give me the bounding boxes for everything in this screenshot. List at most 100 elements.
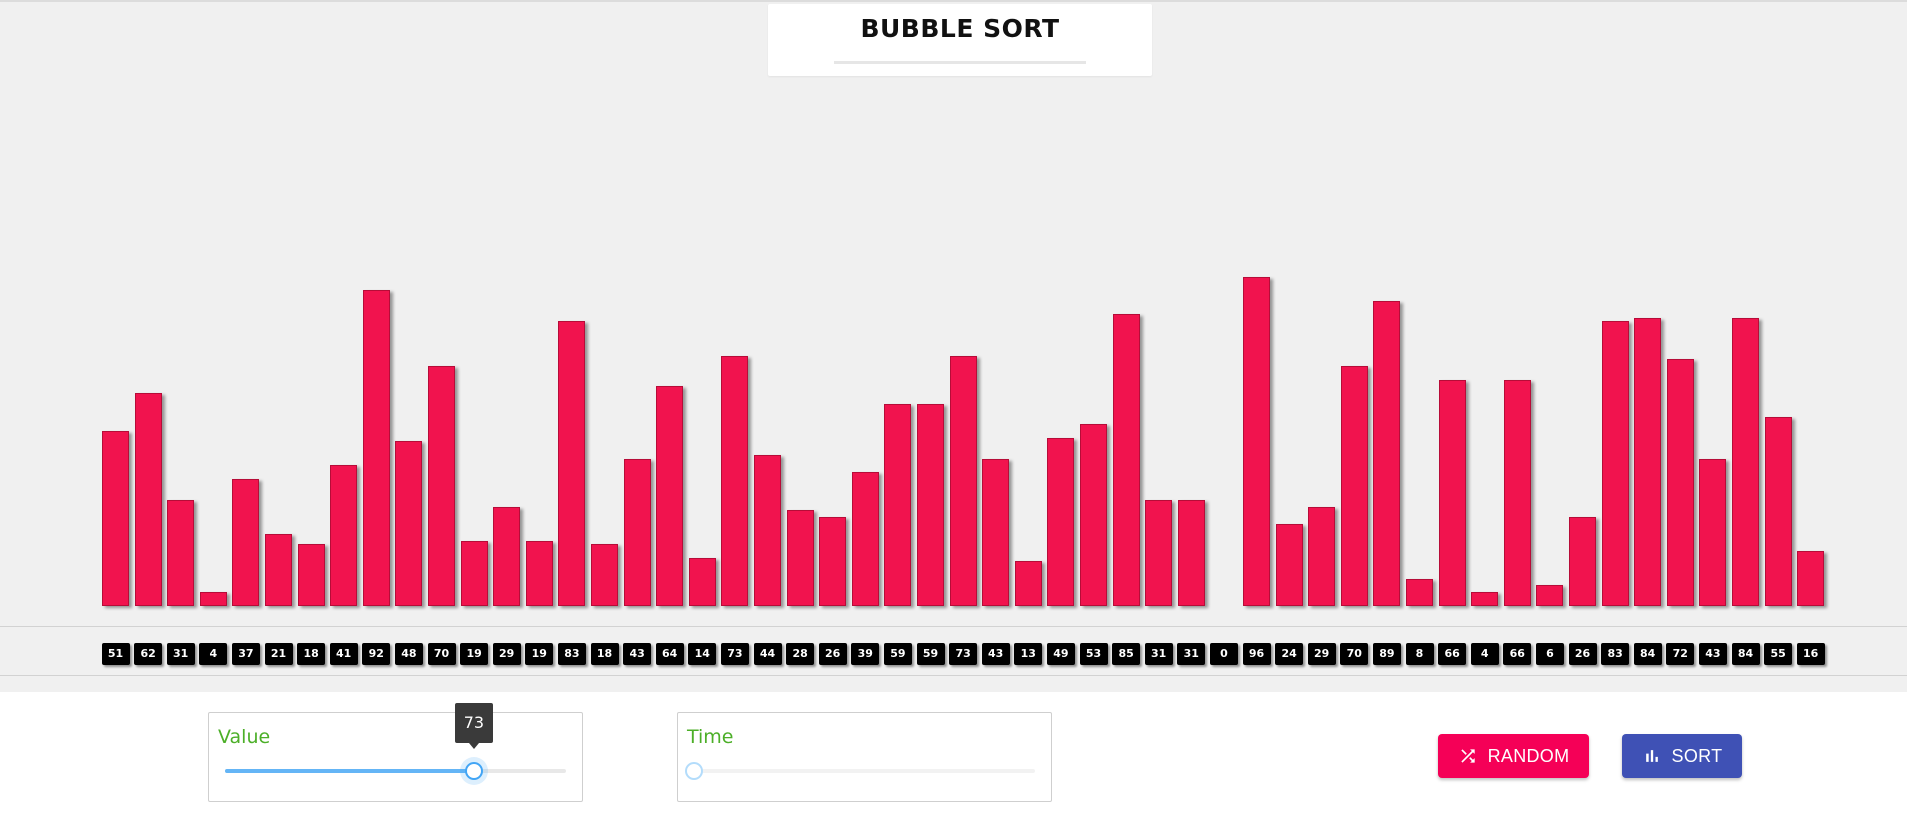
array-bar — [1732, 317, 1759, 606]
array-bar — [134, 393, 162, 606]
array-bar — [1406, 578, 1433, 606]
array-bar — [819, 516, 847, 606]
value-label-strip: 51 62 31 4 37 21 18 41 92 48 70 19 29 19 83 18 43 64 14 73 4… — [0, 626, 1907, 676]
array-value-label: 70 — [427, 643, 456, 665]
array-value-label: 19 — [460, 643, 489, 665]
array-value-label: 70 — [1340, 643, 1369, 665]
array-bar — [1145, 499, 1173, 606]
array-value-label: 26 — [1568, 643, 1597, 665]
bar-chart-icon — [1645, 750, 1658, 762]
sort-button[interactable]: SORT — [1622, 734, 1742, 778]
array-value-label: 41 — [329, 643, 358, 665]
array-value-label: 59 — [916, 643, 945, 665]
array-value-label: 14 — [688, 643, 717, 665]
shuffle-icon — [1460, 749, 1475, 763]
array-value-label: 6 — [1535, 643, 1564, 665]
value-slider-thumb[interactable] — [464, 762, 483, 780]
array-value-label: 49 — [1046, 643, 1075, 665]
array-bar — [754, 455, 781, 606]
array-bar — [1275, 523, 1303, 606]
array-bar — [721, 355, 749, 606]
array-bar — [525, 540, 553, 606]
array-bar — [1014, 561, 1042, 606]
array-value-label: 84 — [1633, 643, 1662, 665]
array-value-label: 73 — [720, 643, 749, 665]
value-slider-tooltip: 73 — [454, 703, 493, 749]
array-bar — [1764, 417, 1792, 606]
array-value-label: 85 — [1112, 643, 1141, 665]
array-bar — [102, 431, 129, 606]
array-bar — [1438, 379, 1466, 606]
value-slider-track[interactable]: 73 — [225, 703, 566, 780]
array-value-label: 64 — [655, 643, 684, 665]
array-value-label: 51 — [101, 643, 130, 665]
array-bar — [330, 465, 358, 606]
array-bar — [1243, 276, 1270, 606]
value-slider-card: Value 73 — [208, 703, 583, 802]
array-bar — [1797, 551, 1825, 606]
array-value-label: 66 — [1438, 643, 1467, 665]
array-value-label: 92 — [362, 643, 391, 665]
array-value-label: 43 — [981, 643, 1010, 665]
time-slider-thumb[interactable] — [685, 762, 703, 780]
array-value-label: 66 — [1503, 643, 1532, 665]
array-bar — [1666, 359, 1694, 606]
array-bar — [1373, 300, 1401, 606]
array-bar — [1699, 458, 1727, 606]
array-bar — [656, 386, 684, 606]
array-bar — [786, 509, 814, 606]
array-bar — [851, 472, 879, 606]
array-value-label: 44 — [753, 643, 782, 665]
array-value-label: 31 — [1177, 643, 1206, 665]
array-bar — [1569, 516, 1596, 606]
array-bar — [493, 506, 521, 606]
array-value-label: 13 — [1014, 643, 1043, 665]
array-value-label: 48 — [394, 643, 423, 665]
array-bar — [1080, 424, 1107, 606]
array-bar — [1601, 321, 1629, 606]
array-value-label: 28 — [786, 643, 815, 665]
array-bar — [460, 540, 488, 606]
array-value-label: 24 — [1275, 643, 1304, 665]
array-bar — [1634, 317, 1662, 606]
array-bar — [1471, 592, 1499, 606]
array-bar — [297, 544, 325, 606]
controls-panel: Value 73 Time RANDOM SORT — [0, 692, 1907, 826]
value-slider-fill — [225, 769, 474, 773]
array-value-label: 83 — [557, 643, 586, 665]
array-value-label: 21 — [264, 643, 293, 665]
array-bar — [1536, 585, 1564, 606]
array-bar — [362, 290, 390, 606]
array-value-label: 59 — [883, 643, 912, 665]
array-bar — [1177, 499, 1205, 606]
array-value-label: 29 — [1307, 643, 1336, 665]
time-slider-card: Time — [677, 712, 1052, 802]
array-bar — [1503, 379, 1531, 606]
array-bar — [232, 479, 260, 606]
array-value-label: 19 — [525, 643, 554, 665]
array-bar — [623, 458, 651, 606]
array-value-label: 43 — [1698, 643, 1727, 665]
array-value-label: 55 — [1764, 643, 1793, 665]
random-button-label: RANDOM — [1487, 745, 1570, 766]
array-value-label: 18 — [297, 643, 326, 665]
array-bar — [1308, 506, 1336, 606]
random-button[interactable]: RANDOM — [1438, 734, 1589, 778]
array-value-label: 96 — [1242, 643, 1271, 665]
array-bar — [591, 544, 618, 606]
array-bar — [884, 403, 912, 606]
array-value-label: 26 — [818, 643, 847, 665]
array-bar — [1047, 437, 1075, 606]
array-value-label: 8 — [1405, 643, 1434, 665]
time-slider-track[interactable] — [685, 762, 1035, 780]
array-bar — [428, 365, 455, 606]
array-value-label: 29 — [492, 643, 521, 665]
array-bar — [1112, 314, 1140, 606]
value-slider-label: Value — [218, 726, 271, 748]
array-value-label: 83 — [1601, 643, 1630, 665]
array-bar — [167, 499, 195, 606]
sort-button-label: SORT — [1671, 745, 1723, 766]
array-value-label: 31 — [166, 643, 195, 665]
bars-area — [0, 0, 1907, 610]
array-value-label: 73 — [949, 643, 978, 665]
